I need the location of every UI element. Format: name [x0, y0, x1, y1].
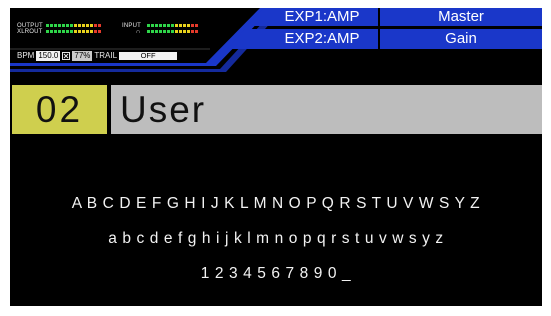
patch-number-box: 02	[12, 85, 107, 134]
tuner-icon	[62, 52, 71, 60]
bpm-label: BPM	[17, 51, 35, 60]
exp1-label: EXP1:AMP	[284, 8, 360, 25]
digit-characters[interactable]: 1 2 3 4 5 6 7 8 9 0 _	[10, 265, 542, 283]
xlrout-meter-label: XLROUT	[17, 29, 43, 35]
device-screen: OUTPUT XLROUT INPUT ∩ BPM 150.0 77% TRAI…	[10, 8, 542, 306]
exp2-value: Gain	[445, 30, 477, 47]
status-line: BPM 150.0 77% TRAIL OFF	[17, 51, 178, 61]
headphone-meter	[147, 30, 198, 33]
percent-value: 77%	[72, 51, 93, 61]
input-meter	[147, 24, 198, 27]
trail-label: TRAIL	[94, 51, 118, 60]
patch-number: 02	[35, 89, 84, 130]
header-bar: OUTPUT XLROUT INPUT ∩ BPM 150.0 77% TRAI…	[10, 8, 542, 78]
exp1-value: Master	[438, 8, 484, 25]
exp2-label: EXP2:AMP	[284, 30, 360, 47]
xlrout-meter	[46, 30, 101, 33]
output-meter	[46, 24, 101, 27]
trail-value: OFF	[119, 52, 178, 60]
patch-name-box[interactable]: User	[111, 85, 542, 134]
headphone-icon: ∩	[136, 29, 141, 35]
uppercase-characters[interactable]: A B C D E F G H I J K L M N O P Q R S T …	[10, 195, 542, 213]
lowercase-characters[interactable]: a b c d e f g h i j k l m n o p q r s t …	[10, 230, 542, 248]
patch-name: User	[120, 89, 207, 130]
bpm-value: 150.0	[36, 51, 61, 61]
